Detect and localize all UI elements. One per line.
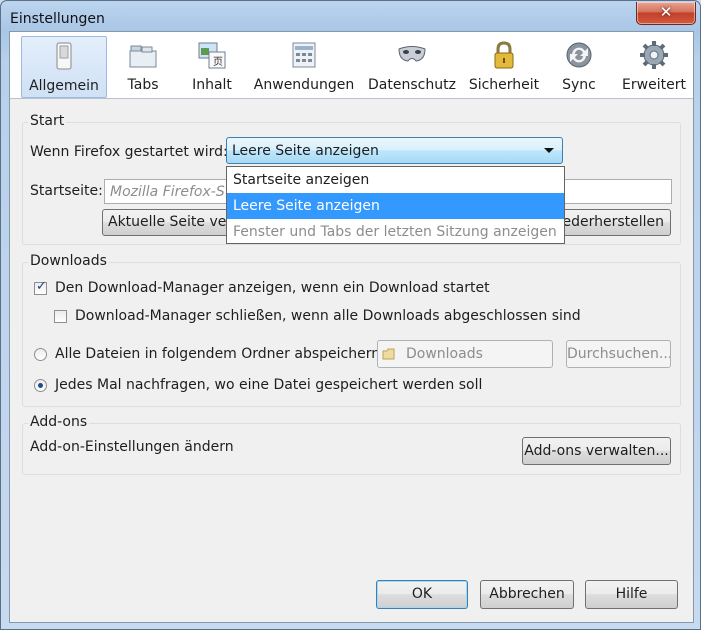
browse-button: Durchsuchen... <box>566 340 671 368</box>
tab-anwendungen[interactable]: Anwendungen <box>251 36 357 96</box>
cancel-button[interactable]: Abbrechen <box>480 580 574 609</box>
close-download-manager-label: Download-Manager schließen, wenn alle Do… <box>75 308 581 324</box>
tab-sync[interactable]: Sync <box>553 36 605 96</box>
manage-addons-button[interactable]: Add-ons verwalten... <box>522 437 671 465</box>
gear-icon <box>640 41 668 69</box>
download-folder-field: Downloads <box>377 340 553 368</box>
save-to-folder-label: Alle Dateien in folgendem Ordner abspeic… <box>55 346 385 362</box>
ask-each-time-label: Jedes Mal nachfragen, wo eine Datei gesp… <box>55 377 483 393</box>
tab-tabs-label: Tabs <box>127 77 159 93</box>
sync-icon <box>566 42 592 68</box>
lock-icon <box>494 41 514 69</box>
download-folder-value: Downloads <box>406 346 483 362</box>
startup-dropdown-list: Startseite anzeigen Leere Seite anzeigen… <box>226 166 565 244</box>
tabs-icon <box>129 45 157 68</box>
privacy-mask-icon <box>398 46 426 62</box>
show-download-manager-checkbox[interactable]: ✓ <box>34 279 47 295</box>
tab-allgemein-label: Allgemein <box>29 78 99 94</box>
tab-anwendungen-label: Anwendungen <box>253 77 355 93</box>
addons-group-label: Add-ons <box>28 414 90 430</box>
dropdown-option-homepage[interactable]: Startseite anzeigen <box>227 167 564 193</box>
tab-inhalt[interactable]: 页 Inhalt <box>181 36 243 96</box>
chevron-down-icon <box>544 148 554 153</box>
tab-allgemein[interactable]: Allgemein <box>21 36 107 98</box>
addons-settings-label: Add-on-Einstellungen ändern <box>30 439 234 455</box>
dialog-client-area: Allgemein Tabs 页 Inhalt Anwendungen Date… <box>9 31 694 623</box>
window-title: Einstellungen <box>10 11 105 27</box>
startup-select[interactable]: Leere Seite anzeigen <box>226 137 563 164</box>
tab-sicherheit[interactable]: Sicherheit <box>465 36 543 96</box>
dropdown-option-blank[interactable]: Leere Seite anzeigen <box>227 193 564 219</box>
close-download-manager-checkbox[interactable] <box>54 310 67 323</box>
category-toolbar: Allgemein Tabs 页 Inhalt Anwendungen Date… <box>10 32 693 99</box>
startup-label: Wenn Firefox gestartet wird: <box>30 144 228 160</box>
start-group-label: Start <box>28 113 67 129</box>
close-button[interactable]: ✕ <box>636 2 696 25</box>
applications-icon <box>292 42 316 68</box>
tab-sync-label: Sync <box>562 77 596 93</box>
svg-text:页: 页 <box>213 56 223 68</box>
ok-button[interactable]: OK <box>376 580 468 609</box>
ask-each-time-radio[interactable] <box>34 379 47 392</box>
tab-erweitert-label: Erweitert <box>622 77 686 93</box>
tab-sicherheit-label: Sicherheit <box>468 77 540 93</box>
tab-tabs[interactable]: Tabs <box>113 36 173 96</box>
help-button[interactable]: Hilfe <box>585 580 678 609</box>
downloads-group-label: Downloads <box>28 253 109 269</box>
startup-select-value: Leere Seite anzeigen <box>232 143 379 159</box>
dropdown-option-restore-session: Fenster und Tabs der letzten Sitzung anz… <box>233 224 557 240</box>
save-to-folder-radio[interactable] <box>34 348 47 361</box>
close-icon: ✕ <box>659 3 673 21</box>
checkmark-icon: ✓ <box>36 279 47 294</box>
tab-datenschutz-label: Datenschutz <box>368 77 456 93</box>
homepage-label: Startseite: <box>30 183 103 199</box>
show-download-manager-label: Den Download-Manager anzeigen, wenn ein … <box>55 280 490 296</box>
tab-erweitert[interactable]: Erweitert <box>617 36 691 96</box>
settings-window: Einstellungen ✕ Allgemein Tabs 页 Inhalt … <box>0 0 701 630</box>
switch-icon <box>56 42 72 70</box>
content-icon: 页 <box>198 42 226 69</box>
folder-icon <box>382 348 395 360</box>
tab-datenschutz[interactable]: Datenschutz <box>366 36 458 96</box>
tab-inhalt-label: Inhalt <box>192 77 232 93</box>
radio-selected-dot <box>38 383 43 388</box>
